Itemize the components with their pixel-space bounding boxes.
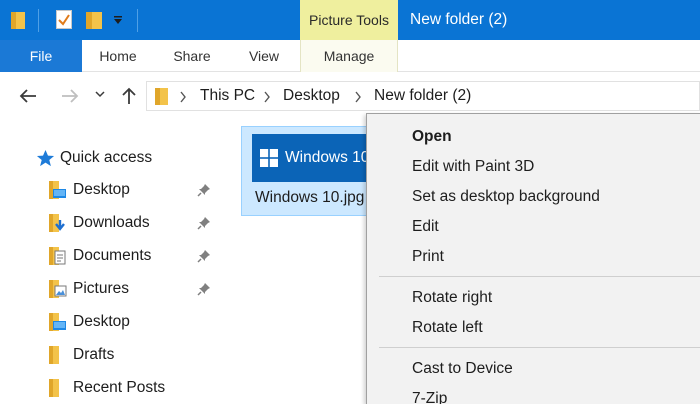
window-title: New folder (2) — [410, 11, 508, 28]
menu-item-edit[interactable]: Edit — [367, 212, 700, 242]
folder-icon — [49, 379, 59, 397]
breadcrumb-chevron-icon[interactable] — [354, 91, 362, 103]
sidebar-item-label: Pictures — [73, 280, 129, 297]
documents-folder-icon — [49, 247, 66, 265]
up-arrow-icon[interactable] — [119, 86, 139, 106]
sidebar-item-label: Documents — [73, 247, 152, 264]
file-item-selected[interactable]: Windows 10 Windows 10.jpg — [241, 126, 372, 216]
breadcrumb-desktop[interactable]: Desktop — [283, 82, 340, 110]
sidebar-item-recent-posts[interactable]: Recent Posts — [47, 376, 227, 400]
tab-file[interactable]: File — [0, 40, 82, 72]
pictures-folder-icon — [49, 280, 67, 298]
quick-access[interactable]: Quick access — [36, 147, 152, 169]
address-bar[interactable]: This PC Desktop New folder (2) — [146, 81, 700, 111]
star-icon — [36, 149, 55, 166]
breadcrumb-chevron-icon[interactable] — [263, 91, 271, 103]
pin-icon[interactable] — [197, 282, 211, 296]
menu-separator — [379, 347, 700, 348]
menu-item-open[interactable]: Open — [367, 122, 700, 152]
menu-item-cast-to-device[interactable]: Cast to Device — [367, 354, 700, 384]
folder-icon — [155, 88, 168, 105]
sidebar-item-desktop-2[interactable]: Desktop — [47, 310, 227, 334]
folder-icon — [49, 346, 59, 364]
title-bar: Picture Tools New folder (2) — [0, 0, 700, 40]
menu-item-set-desktop-background[interactable]: Set as desktop background — [367, 182, 700, 212]
pin-icon[interactable] — [197, 216, 211, 230]
new-folder-icon[interactable] — [86, 10, 102, 29]
menu-separator — [379, 276, 700, 277]
pin-icon[interactable] — [197, 183, 211, 197]
tab-share[interactable]: Share — [170, 40, 214, 72]
tab-view[interactable]: View — [246, 40, 282, 72]
file-name[interactable]: Windows 10.jpg — [255, 189, 364, 207]
sidebar-item-pictures[interactable]: Pictures — [47, 277, 227, 301]
desktop-folder-icon — [49, 181, 66, 199]
pin-icon[interactable] — [197, 249, 211, 263]
folder-icon — [11, 12, 25, 29]
sidebar-item-label: Drafts — [73, 346, 115, 363]
sidebar-item-label: Desktop — [73, 313, 130, 330]
windows-logo-icon — [260, 149, 278, 167]
menu-item-print[interactable]: Print — [367, 242, 700, 272]
quick-access-label: Quick access — [60, 149, 153, 166]
back-arrow-icon[interactable] — [18, 86, 38, 106]
ribbon-tabs: File Home Share View Manage — [0, 40, 700, 72]
breadcrumb-new-folder[interactable]: New folder (2) — [374, 82, 471, 110]
forward-arrow-icon[interactable] — [60, 86, 80, 106]
context-menu: Open Edit with Paint 3D Set as desktop b… — [366, 113, 700, 404]
downloads-folder-icon — [49, 214, 65, 232]
navigation-pane: Quick access Desktop Downloads Documents — [0, 120, 240, 404]
breadcrumb-chevron-icon[interactable] — [179, 91, 187, 103]
picture-tools-tab: Picture Tools — [300, 0, 398, 40]
menu-item-edit-paint-3d[interactable]: Edit with Paint 3D — [367, 152, 700, 182]
customize-toolbar-icon[interactable] — [113, 15, 123, 25]
desktop-folder-icon — [49, 313, 66, 331]
menu-item-7zip[interactable]: 7-Zip — [367, 384, 700, 404]
thumbnail-text: Windows 10 — [285, 149, 370, 166]
properties-icon[interactable] — [56, 10, 72, 29]
file-thumbnail: Windows 10 — [252, 134, 372, 182]
sidebar-item-downloads[interactable]: Downloads — [47, 211, 227, 235]
sidebar-item-label: Downloads — [73, 214, 150, 231]
tab-manage[interactable]: Manage — [300, 40, 398, 72]
sidebar-item-documents[interactable]: Documents — [47, 244, 227, 268]
sidebar-item-label: Recent Posts — [73, 379, 166, 396]
sidebar-item-drafts[interactable]: Drafts — [47, 343, 227, 367]
toolbar-separator — [137, 9, 138, 32]
sidebar-item-desktop[interactable]: Desktop — [47, 178, 227, 202]
breadcrumb-this-pc[interactable]: This PC — [200, 82, 255, 110]
menu-item-rotate-left[interactable]: Rotate left — [367, 313, 700, 343]
sidebar-item-label: Desktop — [73, 181, 130, 198]
toolbar-separator — [38, 9, 39, 32]
menu-item-rotate-right[interactable]: Rotate right — [367, 283, 700, 313]
recent-locations-chevron-icon[interactable] — [95, 91, 105, 99]
tab-home[interactable]: Home — [97, 40, 139, 72]
